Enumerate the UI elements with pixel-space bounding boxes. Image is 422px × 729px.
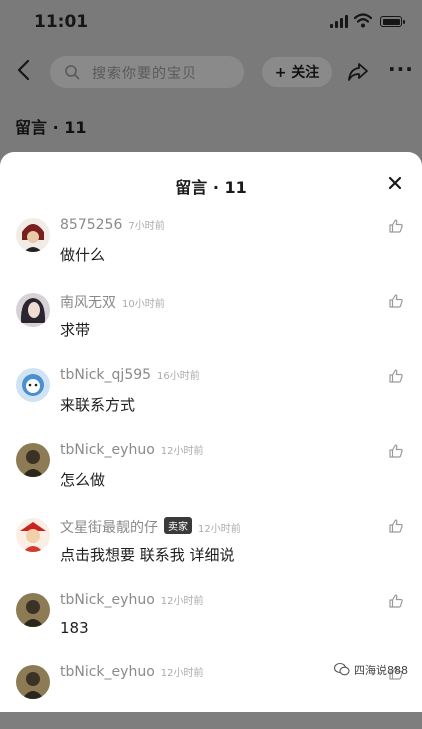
- comment-username[interactable]: 文星街最靓的仔 卖家 12小时前: [60, 517, 241, 537]
- comment-time: 12小时前: [160, 446, 204, 457]
- avatar[interactable]: [16, 518, 50, 552]
- avatar[interactable]: [16, 368, 50, 402]
- avatar[interactable]: [16, 665, 50, 699]
- seller-badge: 卖家: [164, 517, 192, 534]
- wifi-icon: [354, 13, 372, 28]
- search-input[interactable]: 搜索你要的宝贝: [50, 56, 244, 88]
- comment-text: 来联系方式: [60, 396, 136, 414]
- comment-item: tbNick_qj595 16小时前 来联系方式: [0, 367, 422, 432]
- like-icon[interactable]: [388, 443, 404, 459]
- comment-item: 南风无双 10小时前 求带: [0, 293, 422, 357]
- comments-sheet: 留言 · 11 8575256 7小时前 做什么 南风无双 10小时前 求带 tbN…: [0, 152, 422, 712]
- sheet-title: 留言 · 11: [175, 178, 247, 197]
- avatar[interactable]: [16, 593, 50, 627]
- dimmed-background: 11:01 搜索你要的宝贝 + 关注 ··· 留言 · 11: [0, 0, 422, 170]
- comment-item: 文星街最靓的仔 卖家 12小时前 点击我想要 联系我 详细说: [0, 517, 422, 582]
- battery-icon: [380, 16, 405, 27]
- comment-text: 做什么: [60, 246, 106, 264]
- comment-username[interactable]: 8575256 7小时前: [60, 217, 165, 233]
- comment-text: 183: [60, 619, 89, 637]
- avatar[interactable]: [16, 218, 50, 252]
- status-bar: 11:01: [0, 0, 422, 46]
- wechat-icon: [334, 662, 350, 676]
- like-icon[interactable]: [388, 293, 404, 309]
- comment-time: 16小时前: [157, 371, 200, 382]
- search-placeholder: 搜索你要的宝贝: [92, 66, 197, 82]
- comment-item: tbNick_eyhuo 12小时前 怎么做: [0, 442, 422, 507]
- avatar[interactable]: [16, 443, 50, 477]
- comment-text: 怎么做: [60, 471, 106, 489]
- comment-username[interactable]: tbNick_eyhuo 12小时前: [60, 592, 204, 608]
- comment-text: 求带: [60, 321, 91, 339]
- like-icon[interactable]: [388, 518, 404, 534]
- comment-username[interactable]: tbNick_qj595 16小时前: [60, 367, 200, 383]
- comment-time: 12小时前: [198, 524, 241, 535]
- like-icon[interactable]: [388, 218, 404, 234]
- more-icon[interactable]: ···: [388, 59, 413, 82]
- share-icon[interactable]: [346, 60, 370, 84]
- watermark-text: 四海说888: [354, 664, 408, 677]
- comment-username[interactable]: tbNick_eyhuo 12小时前: [60, 664, 204, 680]
- avatar[interactable]: [16, 293, 50, 327]
- follow-button[interactable]: + 关注: [262, 57, 332, 87]
- like-icon[interactable]: [388, 368, 404, 384]
- comment-item: tbNick_eyhuo 12小时前 183: [0, 592, 422, 657]
- top-nav: 搜索你要的宝贝 + 关注 ···: [0, 52, 422, 92]
- status-time: 11:01: [34, 12, 89, 32]
- watermark: 四海说888: [334, 660, 418, 680]
- search-icon: [65, 65, 80, 80]
- comment-item: 8575256 7小时前 做什么: [0, 217, 422, 282]
- comment-time: 12小时前: [160, 596, 204, 607]
- comment-time: 10小时前: [122, 299, 165, 310]
- background-title: 留言 · 11: [15, 118, 87, 137]
- comment-username[interactable]: 南风无双 10小时前: [60, 292, 165, 312]
- comment-time: 12小时前: [160, 668, 204, 679]
- signal-icon: [330, 15, 348, 28]
- back-icon[interactable]: [14, 58, 34, 82]
- comment-time: 7小时前: [128, 221, 165, 232]
- comment-text: 点击我想要 联系我 详细说: [60, 546, 235, 564]
- close-icon[interactable]: [386, 174, 404, 192]
- comment-username[interactable]: tbNick_eyhuo 12小时前: [60, 442, 204, 458]
- like-icon[interactable]: [388, 593, 404, 609]
